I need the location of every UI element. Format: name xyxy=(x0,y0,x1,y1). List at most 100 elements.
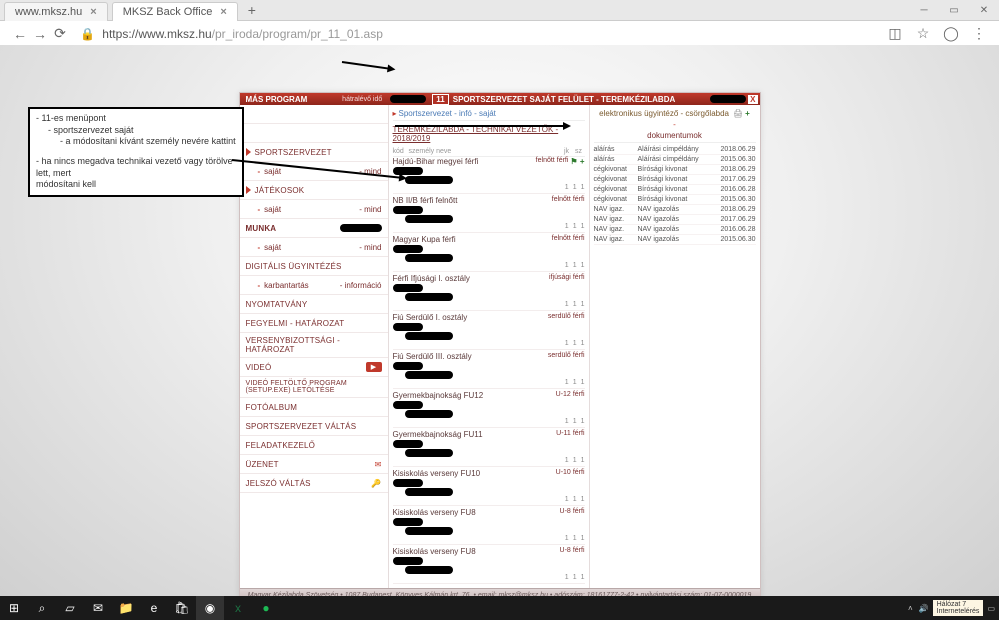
document-row[interactable]: NAV igaz.NAV igazolás2018.06.29 xyxy=(594,205,756,215)
new-tab-button[interactable]: + xyxy=(242,1,262,19)
reload-icon[interactable]: ⟳ xyxy=(50,24,70,44)
redacted xyxy=(405,449,453,457)
mail-icon: ✉ xyxy=(375,460,382,469)
competition-name[interactable]: Kisiskolás verseny FU8 xyxy=(393,508,558,517)
folder-icon[interactable]: 📁 xyxy=(112,596,140,620)
document-row[interactable]: cégkivonatBírósági kivonat2017.06.29 xyxy=(594,175,756,185)
tab-1-close-icon[interactable]: × xyxy=(90,6,96,18)
print-icon[interactable]: 🖨 xyxy=(733,109,743,118)
redacted xyxy=(405,332,453,340)
competition-name[interactable]: Férfi Ifjúsági I. osztály xyxy=(393,274,548,283)
competition-block: Kisiskolás verseny FU8U-8férfi111 xyxy=(393,508,585,545)
window-minimize-icon[interactable]: ─ xyxy=(909,0,939,20)
document-row[interactable]: aláírásAláírási címpéldány2015.06.30 xyxy=(594,155,756,165)
competition-name[interactable]: Fiú Serdülő I. osztály xyxy=(393,313,546,322)
competition-name[interactable]: Gyermekbajnokság FU11 xyxy=(393,430,555,439)
menu-item-12[interactable]: VERSENYBIZOTTSÁGI - HATÁROZAT xyxy=(240,333,388,358)
menu-item-11[interactable]: FEGYELMI - HATÁROZAT xyxy=(240,314,388,333)
menu-item-16[interactable]: SPORTSZERVEZET VÁLTÁS xyxy=(240,417,388,436)
menu-item-15[interactable]: FOTÓALBUM xyxy=(240,398,388,417)
menu-item-4[interactable]: JÁTÉKOSOK xyxy=(240,181,388,200)
star-icon[interactable]: ☆ xyxy=(913,24,933,44)
tab-1-title: www.mksz.hu xyxy=(15,6,82,18)
window-close-icon[interactable]: ✕ xyxy=(969,0,999,20)
document-row[interactable]: aláírásAláírási címpéldány2018.06.29 xyxy=(594,145,756,155)
redacted xyxy=(405,254,453,262)
redacted xyxy=(393,284,423,292)
header-close-icon[interactable]: X xyxy=(748,95,757,104)
competition-name[interactable]: Kisiskolás verseny FU8 xyxy=(393,547,558,556)
excel-icon[interactable]: x xyxy=(224,596,252,620)
left-menu: SPORTSZERVEZET-saját- mindJÁTÉKOSOK-sajá… xyxy=(240,105,389,588)
store-icon[interactable]: 🛍 xyxy=(168,596,196,620)
taskbar: ⊞ ⌕ ▱ ✉ 📁 e 🛍 ◉ x ● ˄ 🔊 Hálózat 7Interne… xyxy=(0,596,999,620)
redacted xyxy=(405,488,453,496)
redacted xyxy=(393,245,423,253)
redacted xyxy=(393,479,423,487)
forward-icon[interactable]: → xyxy=(30,24,50,44)
tab-2-close-icon[interactable]: × xyxy=(220,6,226,18)
taskview-icon[interactable]: ▱ xyxy=(56,596,84,620)
center-table-header: kódszemély nevejksz xyxy=(393,147,585,157)
menu-item-6[interactable]: MUNKA xyxy=(240,219,388,238)
menu-item-10[interactable]: NYOMTATVÁNY xyxy=(240,295,388,314)
back-to-programs[interactable]: MÁS PROGRAM xyxy=(246,95,308,104)
start-icon[interactable]: ⊞ xyxy=(0,596,28,620)
kebab-icon[interactable]: ⋮ xyxy=(969,24,989,44)
edge-icon[interactable]: e xyxy=(140,596,168,620)
lock-icon: 🔒 xyxy=(80,27,95,41)
redacted xyxy=(405,293,453,301)
center-panel: ▸Sportszervezet - infó - saját TEREMKÉZI… xyxy=(389,105,590,588)
window-maximize-icon[interactable]: ▭ xyxy=(939,0,969,20)
right-panel: elektronikus ügyintéző - csörgőlabda 🖨 +… xyxy=(590,105,760,588)
spotify-icon[interactable]: ● xyxy=(252,596,280,620)
search-icon[interactable]: ⌕ xyxy=(28,596,56,620)
competition-name[interactable]: Fiú Serdülő III. osztály xyxy=(393,352,546,361)
system-tray: ˄ 🔊 Hálózat 7Internetelérés ▭ xyxy=(908,600,999,616)
browser-tab-strip: www.mksz.hu × MKSZ Back Office × + ─ ▭ ✕ xyxy=(0,0,999,21)
redacted xyxy=(393,518,423,526)
competition-name[interactable]: Kisiskolás verseny FU10 xyxy=(393,469,554,478)
add-icon[interactable]: ⚑ + xyxy=(570,157,584,166)
arrow-2 xyxy=(395,125,565,127)
tray-notifications-icon[interactable]: ▭ xyxy=(987,604,995,613)
redacted xyxy=(405,176,453,184)
menu-item-14[interactable]: VIDEÓ feltöltő program (setup.exe) letöl… xyxy=(240,377,388,398)
menu-item-2[interactable]: SPORTSZERVEZET xyxy=(240,143,388,162)
add-doc-icon[interactable]: + xyxy=(745,109,750,118)
back-icon[interactable]: ← xyxy=(10,24,30,44)
cast-icon[interactable]: ◫ xyxy=(885,24,905,44)
document-row[interactable]: NAV igaz.NAV igazolás2017.06.29 xyxy=(594,215,756,225)
tab-1[interactable]: www.mksz.hu × xyxy=(4,2,108,21)
competition-name[interactable]: NB II/B férfi felnőtt xyxy=(393,196,550,205)
redacted xyxy=(405,527,453,535)
document-row[interactable]: cégkivonatBírósági kivonat2018.06.29 xyxy=(594,165,756,175)
menu-item-0[interactable] xyxy=(240,105,388,124)
browser-toolbar: ← → ⟳ 🔒 https://www.mksz.hu/pr_iroda/pro… xyxy=(0,21,999,47)
menu-item-19[interactable]: JELSZÓ VÁLTÁS🔑 xyxy=(240,474,388,493)
menu-item-1[interactable] xyxy=(240,124,388,143)
document-row[interactable]: cégkivonatBírósági kivonat2015.06.30 xyxy=(594,195,756,205)
menu-item-13[interactable]: VIDEÓ▶ xyxy=(240,358,388,377)
menu-item-8[interactable]: DIGITÁLIS ÜGYINTÉZÉS xyxy=(240,257,388,276)
profile-icon[interactable]: ◯ xyxy=(941,24,961,44)
mail-icon[interactable]: ✉ xyxy=(84,596,112,620)
competition-name[interactable]: Hajdú-Bihar megyei férfi xyxy=(393,157,534,166)
redacted xyxy=(393,557,423,565)
redacted xyxy=(393,401,423,409)
menu-item-17[interactable]: FELADATKEZELŐ xyxy=(240,436,388,455)
tab-2[interactable]: MKSZ Back Office × xyxy=(112,2,238,21)
chrome-icon[interactable]: ◉ xyxy=(196,596,224,620)
competition-name[interactable]: Magyar Kupa férfi xyxy=(393,235,550,244)
app-title: SPORTSZERVEZET SAJÁT FELÜLET - TEREMKÉZI… xyxy=(453,95,676,104)
document-row[interactable]: NAV igaz.NAV igazolás2016.06.28 xyxy=(594,225,756,235)
document-row[interactable]: NAV igaz.NAV igazolás2015.06.30 xyxy=(594,235,756,245)
tray-chevron-icon[interactable]: ˄ xyxy=(908,604,913,613)
annotation-box: - 11-es menüpont - sportszervezet saját … xyxy=(28,107,244,197)
redacted xyxy=(405,566,453,574)
competition-name[interactable]: Gyermekbajnokság FU12 xyxy=(393,391,554,400)
tray-speaker-icon[interactable]: 🔊 xyxy=(919,604,929,613)
document-row[interactable]: cégkivonatBírósági kivonat2016.06.28 xyxy=(594,185,756,195)
address-bar[interactable]: 🔒 https://www.mksz.hu/pr_iroda/program/p… xyxy=(80,27,875,41)
menu-item-18[interactable]: ÜZENET✉ xyxy=(240,455,388,474)
